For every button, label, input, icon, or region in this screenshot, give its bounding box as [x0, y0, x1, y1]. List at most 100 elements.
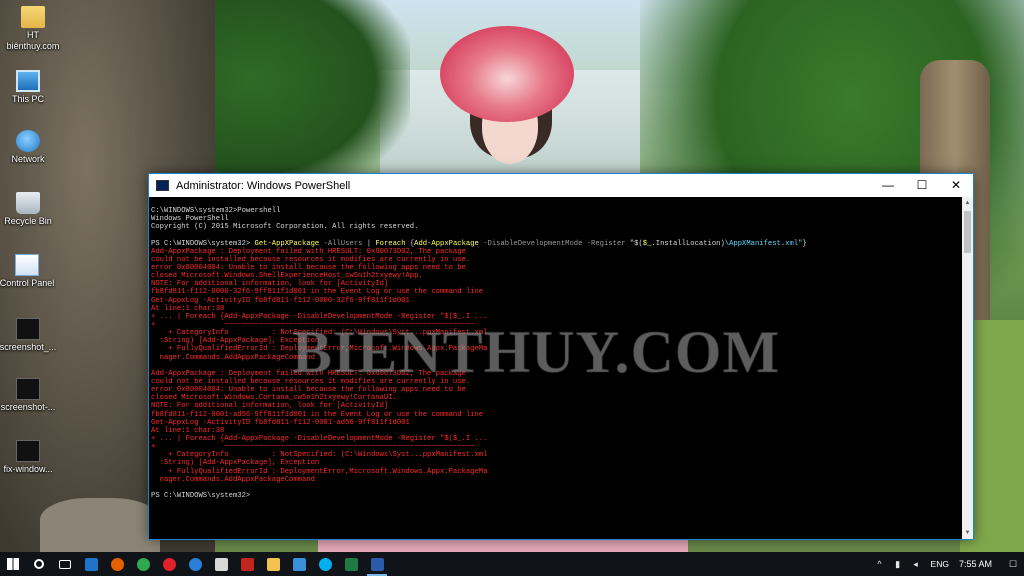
- console-text: At line:1 char:38: [151, 426, 225, 435]
- opera-icon: [162, 557, 176, 571]
- app-icon: [292, 557, 306, 571]
- taskbar-filezilla[interactable]: [234, 552, 260, 576]
- window-titlebar[interactable]: Administrator: Windows PowerShell — ☐ ✕: [149, 174, 973, 197]
- desktop-icon-label: Recycle Bin: [4, 216, 52, 226]
- show-hidden-icons-icon[interactable]: ^: [873, 559, 887, 569]
- chrome-icon: [136, 557, 150, 571]
- taskbar-powershell[interactable]: [364, 552, 390, 576]
- filezilla-icon: [240, 557, 254, 571]
- start-button[interactable]: [0, 552, 26, 576]
- clock[interactable]: 7:55 AM: [959, 559, 992, 569]
- close-button[interactable]: ✕: [939, 174, 973, 197]
- console-text: closed Microsoft.Windows.Cortana_cw5n1h2…: [151, 394, 397, 403]
- taskbar: ^ ▮ ◂ ENG 7:55 AM ☐: [0, 552, 1024, 576]
- console-line: fb8fd811-f112-0001-ad56-9ff811f1d001 in …: [151, 411, 962, 419]
- scroll-up-icon[interactable]: ▲: [962, 197, 973, 209]
- console-text: C:\WINDOWS\system32>Powershell: [151, 207, 281, 215]
- console-line: C:\WINDOWS\system32>Powershell: [151, 207, 962, 215]
- scroll-thumb[interactable]: [964, 211, 971, 253]
- search-icon: [34, 559, 44, 569]
- console-scrollbar[interactable]: ▲ ▼: [962, 197, 973, 539]
- network-status-icon[interactable]: ▮: [891, 559, 905, 570]
- console-line: + ... | Foreach {Add-AppxPackage -Disabl…: [151, 313, 962, 321]
- task-view-button[interactable]: [52, 552, 78, 576]
- console-text: PS C:\WINDOWS\system32>: [151, 239, 255, 248]
- taskbar-chrome[interactable]: [130, 552, 156, 576]
- desktop-icon-recycle-bin[interactable]: Recycle Bin: [0, 192, 60, 227]
- console-line: + ~~~~~~~~~~~~~~~~~~~~~~~~~~~~~~~~~~~~~~…: [151, 321, 962, 329]
- desktop-icon-label: screenshot-...: [0, 402, 56, 412]
- console-line: Get-AppxLog -ActivityID fb8fd811-f112-00…: [151, 419, 962, 427]
- desktop-icon-label: HT biênthuy.com: [6, 30, 60, 51]
- desktop-icon-fix-windows[interactable]: fix-window...: [0, 440, 60, 475]
- console-line: + FullyQualifiedErrorId : DeploymentErro…: [151, 468, 962, 476]
- taskbar-app-1[interactable]: [78, 552, 104, 576]
- console-text: Add-AppxPackage : Deployment failed with…: [151, 369, 466, 378]
- console-text: nager.Commands.AddAppxPackageCommand: [151, 475, 315, 484]
- console-line: could not be installed because resources…: [151, 256, 962, 264]
- desktop-icon-network[interactable]: Network: [0, 130, 60, 165]
- console-text: NOTE: For additional information, look f…: [151, 402, 389, 411]
- taskbar-app-3[interactable]: [286, 552, 312, 576]
- scroll-down-icon[interactable]: ▼: [962, 527, 973, 539]
- console-text: :String) [Add-AppxPackage], Exception: [151, 459, 320, 468]
- powershell-window[interactable]: Administrator: Windows PowerShell — ☐ ✕ …: [148, 173, 974, 540]
- network-icon: [16, 130, 40, 152]
- image-file-icon: [16, 440, 40, 462]
- desktop-icon-control-panel[interactable]: Control Panel: [0, 254, 58, 289]
- console-text: }: [802, 239, 807, 248]
- console-text: NOTE: For additional information, look f…: [151, 280, 389, 289]
- volume-icon[interactable]: ◂: [909, 559, 923, 570]
- console-text: Copyright (C) 2015 Microsoft Corporation…: [151, 223, 419, 232]
- console-text: At line:1 char:38: [151, 304, 225, 313]
- console-output[interactable]: C:\WINDOWS\system32>Powershell Windows Po…: [149, 197, 962, 539]
- taskbar-app-2[interactable]: [208, 552, 234, 576]
- image-file-icon: [16, 318, 40, 340]
- powershell-icon: [370, 557, 384, 571]
- maximize-button[interactable]: ☐: [905, 174, 939, 197]
- desktop-icon-screenshot-1[interactable]: screenshot_...: [0, 318, 60, 353]
- app-icon: [214, 557, 228, 571]
- console-text: + FullyQualifiedErrorId : DeploymentErro…: [151, 467, 488, 476]
- taskbar-edge[interactable]: [182, 552, 208, 576]
- taskbar-opera[interactable]: [156, 552, 182, 576]
- desktop-icon-ht-bienthuy[interactable]: HT biênthuy.com: [1, 6, 65, 52]
- console-text: + FullyQualifiedErrorId : DeploymentErro…: [151, 345, 488, 354]
- search-button[interactable]: [26, 552, 52, 576]
- input-language[interactable]: ENG: [931, 559, 949, 569]
- action-center-icon[interactable]: ☐: [1004, 552, 1022, 576]
- console-text: Get-AppXPackage: [254, 239, 320, 248]
- console-line: At line:1 char:38: [151, 427, 962, 435]
- desktop-icon-screenshot-2[interactable]: screenshot-...: [0, 378, 60, 413]
- console-text: closed Microsoft.Windows.ShellExperience…: [151, 272, 423, 281]
- console-line: Add-AppxPackage : Deployment failed with…: [151, 370, 962, 378]
- powershell-icon: [156, 180, 169, 191]
- taskbar-excel[interactable]: [338, 552, 364, 576]
- desktop-icon-label: This PC: [11, 94, 44, 104]
- console-line: closed Microsoft.Windows.Cortana_cw5n1h2…: [151, 394, 962, 402]
- app-icon: [84, 557, 98, 571]
- console-text: \AppXManifest.xml": [724, 239, 803, 248]
- desktop-icon-this-pc[interactable]: This PC: [0, 70, 60, 105]
- taskbar-skype[interactable]: [312, 552, 338, 576]
- console-text: :String) [Add-AppxPackage], Exception: [151, 337, 320, 346]
- console-text: PS C:\WINDOWS\system32>: [151, 491, 251, 500]
- minimize-button[interactable]: —: [871, 174, 905, 197]
- console-line: + FullyQualifiedErrorId : DeploymentErro…: [151, 345, 962, 353]
- taskbar-firefox[interactable]: [104, 552, 130, 576]
- console-text: + ~~~~~~~~~~~~~~~~~~~~~~~~~~~~~~~~~~~~~~…: [151, 443, 475, 452]
- console-text: -AllUsers: [319, 239, 367, 248]
- console-text: could not be installed because resources…: [151, 377, 471, 386]
- console-text: Foreach: [375, 239, 406, 248]
- edge-icon: [188, 557, 202, 571]
- console-line: + CategoryInfo : NotSpecified: (C:\Windo…: [151, 329, 962, 337]
- recycle-bin-icon: [16, 192, 40, 214]
- excel-icon: [344, 557, 358, 571]
- system-tray: ^ ▮ ◂ ENG 7:55 AM ☐: [871, 552, 1024, 576]
- desktop-icon-label: fix-window...: [3, 464, 53, 474]
- console-line: PS C:\WINDOWS\system32> Get-AppXPackage …: [151, 240, 962, 248]
- windows-logo-icon: [7, 558, 19, 570]
- taskbar-file-explorer[interactable]: [260, 552, 286, 576]
